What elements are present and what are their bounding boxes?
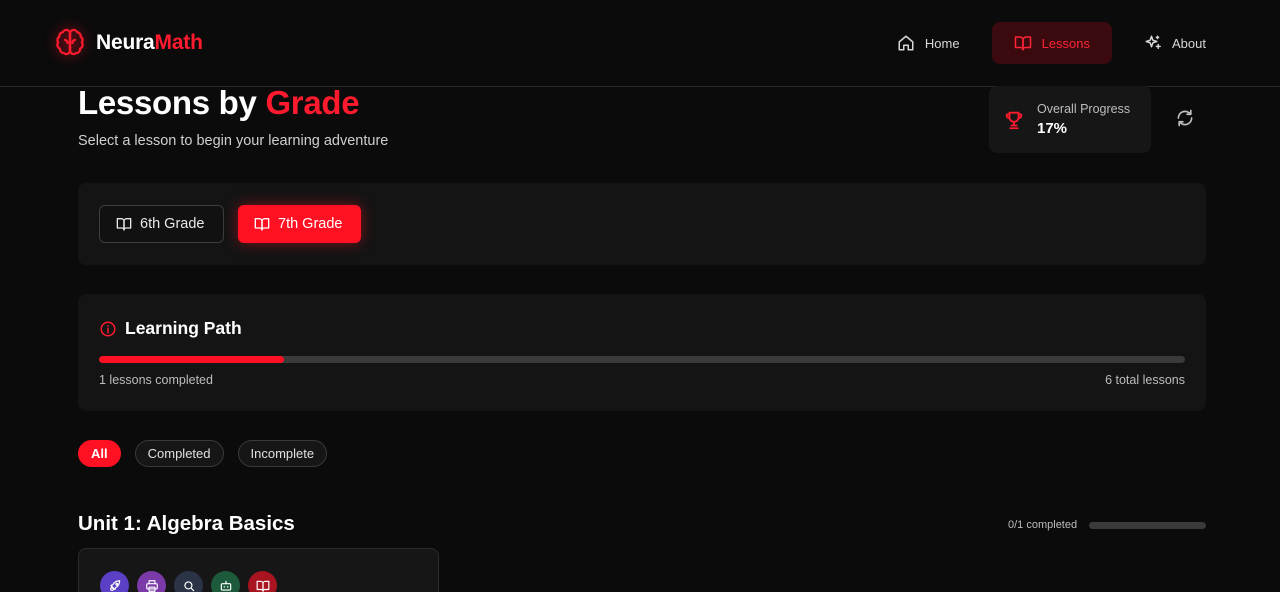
- info-icon: [99, 320, 117, 338]
- search-icon: [174, 571, 203, 592]
- grade-7-button[interactable]: 7th Grade: [238, 205, 361, 243]
- lesson-card[interactable]: [78, 548, 439, 592]
- filter-completed[interactable]: Completed: [134, 440, 224, 467]
- page-title-part2: Grade: [265, 84, 360, 121]
- grade-selector: 6th Grade 7th Grade: [78, 183, 1206, 265]
- grade-label: 7th Grade: [278, 216, 343, 232]
- refresh-icon: [1175, 108, 1197, 128]
- filter-incomplete[interactable]: Incomplete: [237, 440, 328, 467]
- page-title: Lessons by Grade: [78, 84, 360, 122]
- nav-item-label: Lessons: [1041, 35, 1091, 51]
- overall-progress-card: Overall Progress 17%: [989, 86, 1151, 153]
- overall-progress-value: 17%: [1037, 120, 1068, 137]
- brand-name: NeuraMath: [96, 31, 203, 55]
- grade-label: 6th Grade: [140, 216, 205, 232]
- book-icon: [1014, 34, 1032, 52]
- refresh-button[interactable]: [1175, 108, 1197, 130]
- unit-progress-bar: [1089, 522, 1206, 529]
- robot-icon: [211, 571, 240, 592]
- lesson-filters: All Completed Incomplete: [78, 440, 328, 467]
- unit-completed-text: 0/1 completed: [1008, 519, 1078, 531]
- learning-path-heading: Learning Path: [99, 318, 242, 339]
- logo[interactable]: NeuraMath: [52, 25, 203, 61]
- page-title-part1: Lessons by: [78, 84, 266, 121]
- page-subtitle: Select a lesson to begin your learning a…: [78, 133, 389, 149]
- top-navigation-bar: NeuraMath Home Lessons About: [0, 0, 1280, 87]
- learning-path-panel: Learning Path 1 lessons completed 6 tota…: [78, 294, 1206, 411]
- printer-icon: [137, 571, 166, 592]
- trophy-icon: [1003, 109, 1025, 131]
- brain-icon: [52, 25, 88, 61]
- unit-title: Unit 1: Algebra Basics: [78, 512, 295, 535]
- learning-path-title: Learning Path: [125, 318, 242, 338]
- learning-path-progress-bar: [99, 356, 1185, 363]
- brand-name-part2: Math: [154, 31, 203, 54]
- lesson-badges: [100, 571, 277, 592]
- nav-item-lessons[interactable]: Lessons: [991, 22, 1113, 64]
- total-lessons-text: 6 total lessons: [1105, 373, 1185, 387]
- overall-progress-label: Overall Progress: [1037, 102, 1131, 116]
- book-open-icon: [248, 571, 277, 592]
- filter-all[interactable]: All: [78, 440, 121, 467]
- main-nav: Home Lessons About: [875, 22, 1228, 64]
- rocket-icon: [100, 571, 129, 592]
- nav-item-label: About: [1172, 35, 1206, 51]
- brand-name-part1: Neura: [96, 31, 155, 54]
- lessons-completed-text: 1 lessons completed: [99, 373, 213, 387]
- grade-6-button[interactable]: 6th Grade: [99, 205, 224, 243]
- sparkles-icon: [1144, 34, 1162, 52]
- nav-item-home[interactable]: Home: [875, 22, 982, 64]
- book-icon: [116, 216, 132, 232]
- home-icon: [897, 34, 915, 52]
- nav-item-label: Home: [924, 35, 960, 51]
- book-icon: [254, 216, 270, 232]
- nav-item-about[interactable]: About: [1122, 22, 1228, 64]
- learning-path-progress-fill: [99, 356, 284, 363]
